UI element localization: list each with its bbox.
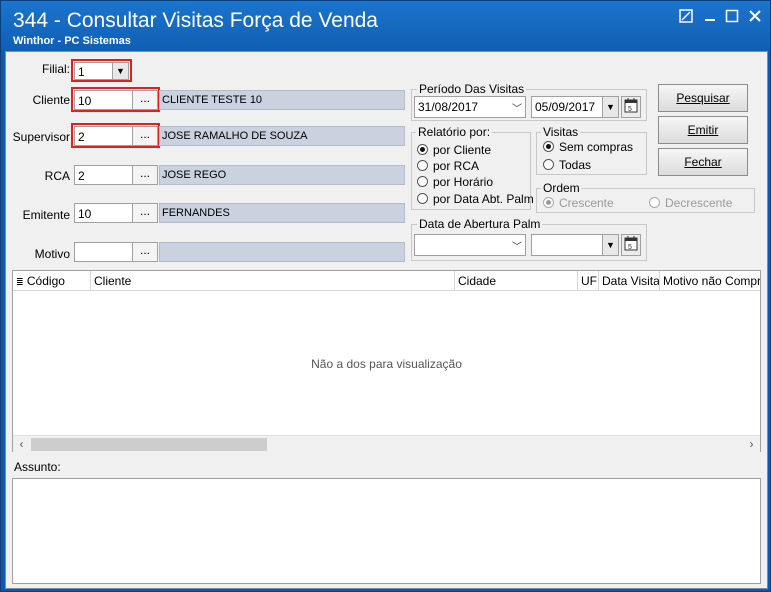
relatorio-label: Relatório por: <box>416 125 493 139</box>
radio-por-cliente[interactable]: por Cliente <box>417 143 491 157</box>
abertura-palm-start-date[interactable]: ﹀ <box>414 234 526 256</box>
title-bar[interactable]: 344 - Consultar Visitas Força de Venda W… <box>1 1 770 51</box>
ordem-label: Ordem <box>541 181 582 195</box>
radio-por-data-abt-palm[interactable]: por Data Abt. Palm <box>417 192 534 206</box>
emitente-label: Emitente <box>22 208 70 222</box>
visitas-label: Visitas <box>541 125 581 139</box>
column-codigo[interactable]: ≣ Código <box>13 271 90 291</box>
radio-label: Sem compras <box>559 140 634 154</box>
radio-por-rca[interactable]: por RCA <box>417 159 479 173</box>
supervisor-code-input[interactable]: 2 <box>74 126 133 146</box>
rca-name-field: JOSE REGO <box>159 165 405 185</box>
periodo-start-date[interactable]: 31/08/2017 ﹀ <box>414 96 526 118</box>
periodo-label: Período Das Visitas <box>417 82 527 96</box>
cliente-code-input[interactable]: 10 <box>74 90 133 110</box>
radio-decrescente: Decrescente <box>649 196 732 210</box>
chevron-down-icon[interactable]: ▼ <box>602 235 618 255</box>
column-data-visita[interactable]: Data Visita <box>598 271 659 291</box>
emitir-label: Emitir <box>687 123 719 137</box>
column-cidade[interactable]: Cidade <box>454 271 577 291</box>
supervisor-search-button[interactable]: ... <box>132 126 158 146</box>
radio-selected-icon <box>543 197 554 208</box>
pesquisar-button[interactable]: Pesquisar <box>658 84 748 112</box>
radio-label: por Horário <box>433 175 494 189</box>
cliente-search-button[interactable]: ... <box>132 90 158 110</box>
supervisor-label: Supervisor <box>12 130 70 144</box>
restore-icon[interactable] <box>677 9 695 25</box>
radio-sem-compras[interactable]: Sem compras <box>543 140 633 154</box>
main-window: 344 - Consultar Visitas Força de Venda W… <box>0 0 771 592</box>
chevron-down-icon[interactable]: ﹀ <box>512 100 522 115</box>
periodo-start-value: 31/08/2017 <box>418 100 479 114</box>
emitir-button[interactable]: Emitir <box>658 116 748 144</box>
column-label: Código <box>26 274 65 288</box>
scrollbar-thumb[interactable] <box>31 438 267 451</box>
rca-label: RCA <box>44 169 70 183</box>
radio-icon <box>417 193 428 204</box>
assunto-textarea[interactable] <box>12 478 761 584</box>
fechar-button[interactable]: Fechar <box>658 148 748 176</box>
periodo-end-date[interactable]: 05/09/2017 ▼ <box>531 96 619 118</box>
radio-label: Decrescente <box>665 196 733 210</box>
rca-search-button[interactable]: ... <box>132 165 158 185</box>
fechar-label: Fechar <box>684 155 722 169</box>
radio-icon <box>417 176 428 187</box>
window-subtitle: Winthor - PC Sistemas <box>13 35 131 47</box>
radio-icon <box>543 159 554 170</box>
motivo-code-input[interactable] <box>74 242 133 262</box>
supervisor-name-field: JOSE RAMALHO DE SOUZA <box>159 126 405 146</box>
radio-crescente: Crescente <box>543 196 614 210</box>
radio-icon <box>417 160 428 171</box>
emitente-name-field: FERNANDES <box>159 203 405 223</box>
cliente-name-field: CLIENTE TESTE 10 <box>159 90 405 110</box>
radio-label: por Data Abt. Palm <box>433 192 534 206</box>
radio-todas[interactable]: Todas <box>543 158 591 172</box>
calendar-icon[interactable]: 5 <box>621 234 641 256</box>
empty-grid-message: Não a dos para visualização <box>311 357 462 371</box>
chevron-down-icon[interactable]: ▼ <box>112 63 128 79</box>
radio-label: Todas <box>559 158 592 172</box>
radio-selected-icon <box>543 141 554 152</box>
column-chooser-icon[interactable]: ≣ <box>16 277 24 287</box>
horizontal-scrollbar[interactable]: ‹ › <box>13 435 760 452</box>
assunto-label: Assunto: <box>14 460 61 474</box>
filial-value: 1 <box>78 65 85 79</box>
motivo-name-field <box>159 242 405 262</box>
emitente-code-input[interactable]: 10 <box>74 203 133 223</box>
rca-code-input[interactable]: 2 <box>74 165 133 185</box>
radio-label: por Cliente <box>433 143 492 157</box>
form-area: Filial: 1 ▼ Cliente 10 ... CLIENTE TESTE… <box>5 51 768 589</box>
results-grid[interactable]: ≣ Código Cliente Cidade UF Data Visita M… <box>12 270 761 452</box>
radio-por-horario[interactable]: por Horário <box>417 175 493 189</box>
radio-icon <box>649 197 660 208</box>
column-cliente[interactable]: Cliente <box>90 271 454 291</box>
calendar-icon[interactable]: 5 <box>621 96 641 118</box>
close-icon[interactable] <box>746 9 764 25</box>
emitente-search-button[interactable]: ... <box>132 203 158 223</box>
scroll-right-icon[interactable]: › <box>743 436 760 453</box>
column-motivo-nao-compra[interactable]: Motivo não Compra <box>659 271 760 291</box>
svg-text:5: 5 <box>628 244 632 251</box>
chevron-down-icon[interactable]: ▼ <box>602 97 618 117</box>
chevron-down-icon[interactable]: ﹀ <box>512 238 522 253</box>
abertura-palm-label: Data de Abertura Palm <box>417 217 543 231</box>
pesquisar-label: Pesquisar <box>676 91 730 105</box>
filial-label: Filial: <box>41 62 70 76</box>
abertura-palm-end-date[interactable]: ▼ <box>531 234 619 256</box>
radio-selected-icon <box>417 144 428 155</box>
cliente-label: Cliente <box>32 93 70 107</box>
grid-header: ≣ Código Cliente Cidade UF Data Visita M… <box>13 271 760 291</box>
maximize-icon[interactable] <box>723 9 741 25</box>
motivo-search-button[interactable]: ... <box>132 242 158 262</box>
column-uf[interactable]: UF <box>577 271 598 291</box>
periodo-end-value: 05/09/2017 <box>535 100 596 114</box>
radio-label: Crescente <box>559 196 614 210</box>
window-title: 344 - Consultar Visitas Força de Venda <box>13 9 378 32</box>
scroll-left-icon[interactable]: ‹ <box>13 436 30 453</box>
svg-text:5: 5 <box>628 106 632 113</box>
filial-select[interactable]: 1 ▼ <box>74 62 129 80</box>
motivo-label: Motivo <box>34 247 70 261</box>
radio-label: por RCA <box>433 159 480 173</box>
minimize-icon[interactable] <box>701 9 719 25</box>
